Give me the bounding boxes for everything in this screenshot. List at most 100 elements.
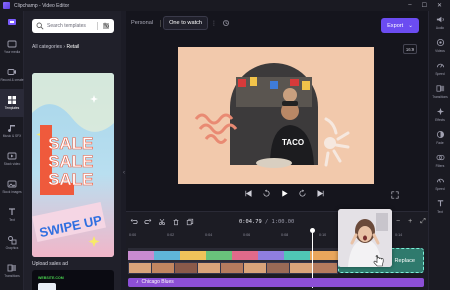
play-icon[interactable] — [280, 189, 289, 198]
tab-project-title[interactable]: One to watch — [163, 16, 209, 30]
record-icon — [7, 69, 16, 76]
ruler-tick: 0:06 — [243, 233, 251, 237]
timecode-current: 0:04.79 — [239, 219, 262, 225]
hand-cursor-icon — [373, 255, 384, 267]
svg-text:SALE: SALE — [48, 134, 93, 153]
ruler-tick: 0:10 — [319, 233, 327, 237]
rr-item-audio[interactable]: Audio — [429, 11, 450, 34]
ruler-tick: 0:04 — [205, 233, 213, 237]
rail-label: Text — [9, 218, 15, 223]
ruler-tick: 0:00 — [129, 233, 137, 237]
rr-item-speed[interactable]: Speed — [429, 57, 450, 80]
close-icon[interactable]: ✕ — [437, 2, 442, 9]
breadcrumb-root[interactable]: All categories — [32, 44, 62, 50]
rail-item-graphics[interactable]: Graphics — [0, 229, 24, 257]
duplicate-icon[interactable] — [186, 218, 194, 226]
left-nav-rail: Your media Record & create Templates Mus… — [0, 11, 24, 290]
skip-back-icon[interactable] — [244, 189, 253, 198]
video-preview[interactable]: TACO — [178, 47, 374, 184]
filters-icon — [436, 154, 444, 161]
search-input[interactable]: Search templates — [47, 23, 86, 29]
template-section-label: Upload sales ad — [32, 261, 68, 267]
minimize-icon[interactable]: – — [408, 2, 411, 9]
tab-separator — [160, 19, 162, 27]
chevron-down-icon: ⌄ — [408, 22, 413, 29]
rail-item-text[interactable]: Text — [0, 201, 24, 229]
fit-timeline-icon[interactable]: ⤢ — [420, 218, 426, 226]
skip-forward-icon[interactable] — [316, 189, 325, 198]
rail-item-record[interactable]: Record & create — [0, 61, 24, 89]
rail-item-stock-images[interactable]: Stock images — [0, 173, 24, 201]
rr-item-effects[interactable]: Effects — [429, 103, 450, 126]
zoom-tools: − + ⤢ — [396, 218, 426, 226]
ruler-tick: 0:08 — [281, 233, 289, 237]
text-icon — [437, 200, 443, 207]
rr-item-filters[interactable]: Filters — [429, 149, 450, 172]
audio-track-label: ♪ Chicago Blues — [136, 279, 174, 285]
rail-item-transitions[interactable]: Transitions — [0, 257, 24, 285]
audio-track-name: Chicago Blues — [141, 279, 174, 285]
app-logo-icon — [3, 2, 10, 9]
search-box[interactable]: Search templates — [32, 19, 114, 33]
rail-item-music[interactable]: Music & SFX — [0, 117, 24, 145]
templates-panel: Search templates All categories › Retail… — [24, 11, 121, 290]
search-divider — [97, 22, 98, 30]
logo-icon — [8, 19, 16, 25]
speedometer-icon — [436, 178, 444, 183]
rail-item-templates[interactable]: Templates — [0, 89, 24, 117]
timecode: 0:04.79 / 1:00.00 — [239, 219, 294, 225]
zoom-in-icon[interactable]: + — [408, 218, 412, 226]
title-bar: Clipchamp - Video Editor – ☐ ✕ — [0, 0, 450, 11]
svg-text:SALE: SALE — [48, 152, 93, 171]
aspect-ratio-button[interactable]: 16:9 — [403, 44, 417, 54]
transitions-icon — [7, 264, 16, 272]
redo-icon[interactable] — [144, 218, 152, 226]
music-note-icon: ♪ — [136, 279, 139, 285]
rail-label: Your media — [3, 50, 20, 55]
rail-label: Transitions — [4, 274, 20, 279]
maximize-icon[interactable]: ☐ — [422, 2, 427, 9]
project-tabs: Personal One to watch ⋮ — [126, 16, 230, 30]
delete-icon[interactable] — [172, 218, 180, 226]
audio-track[interactable]: ♪ Chicago Blues — [128, 278, 424, 287]
rr-label: Filters — [435, 164, 445, 168]
rr-item-videos[interactable]: Videos — [429, 34, 450, 57]
forward-5s-icon[interactable] — [298, 189, 307, 198]
rr-label: Audio — [435, 26, 445, 30]
rail-item-stock-video[interactable]: Stock video — [0, 145, 24, 173]
template-card-website[interactable]: WEBSITE.COM — [32, 270, 114, 290]
rr-label: Fade — [436, 141, 444, 145]
rr-item-fade[interactable]: Fade — [429, 126, 450, 149]
preview-frame: TACO — [178, 47, 374, 184]
zoom-out-icon[interactable]: − — [396, 218, 400, 226]
more-options-icon[interactable]: ⋮ — [211, 20, 217, 27]
rail-item-your-media[interactable]: Your media — [0, 33, 24, 61]
template-card-text: WEBSITE.COM — [38, 276, 64, 280]
rr-label: Effects — [435, 118, 445, 122]
search-icon — [36, 22, 44, 30]
media-icon — [7, 40, 17, 48]
filter-icon[interactable] — [101, 21, 111, 31]
template-thumbnail: SALE SALE SALE SWIPE UP — [32, 73, 114, 257]
undo-icon[interactable] — [130, 218, 138, 226]
rewind-5s-icon[interactable] — [262, 189, 271, 198]
rr-label: Speed — [435, 72, 445, 76]
rail-label: Graphics — [5, 246, 19, 251]
rr-label: Videos — [435, 49, 445, 53]
editor-area: Personal One to watch ⋮ Export ⌄ 16:9 TA… — [126, 11, 428, 211]
rr-item-speed-2[interactable]: Speed — [429, 172, 450, 195]
rr-item-text[interactable]: Text — [429, 195, 450, 218]
right-property-rail: Audio Videos Speed Transitions Effects F… — [428, 11, 450, 290]
rr-label: Text — [437, 210, 443, 214]
export-button[interactable]: Export ⌄ — [381, 18, 419, 33]
tab-personal[interactable]: Personal — [126, 17, 158, 29]
rr-item-transitions[interactable]: Transitions — [429, 80, 450, 103]
sync-icon[interactable] — [222, 19, 230, 27]
split-icon[interactable] — [158, 218, 166, 226]
template-card-sale[interactable]: SALE SALE SALE SWIPE UP — [32, 73, 114, 257]
svg-text:TACO: TACO — [282, 138, 304, 147]
rail-label: Templates — [4, 106, 20, 111]
speed-icon — [436, 63, 444, 68]
fullscreen-icon[interactable] — [391, 191, 399, 199]
video-track[interactable] — [128, 248, 338, 276]
